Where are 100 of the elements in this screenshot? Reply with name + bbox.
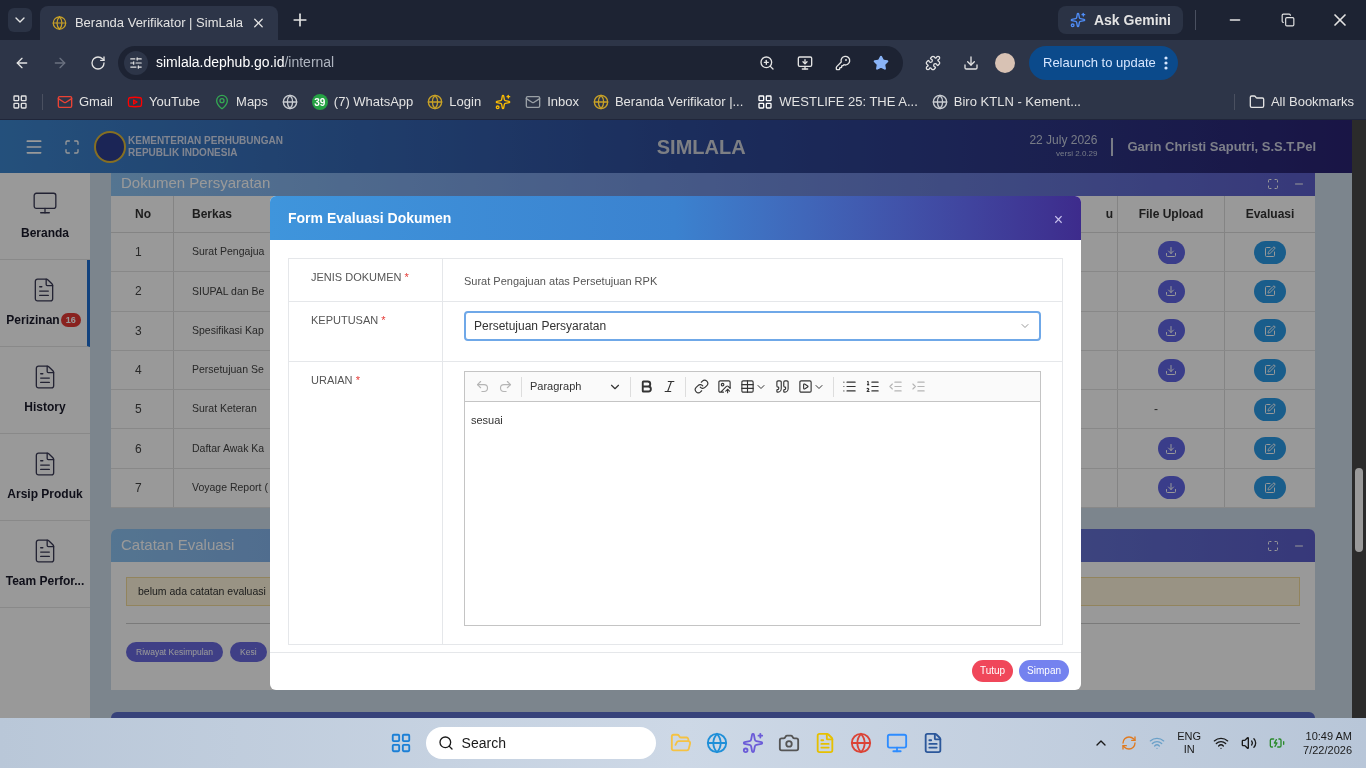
mail-icon [57,94,73,110]
edit-button[interactable] [1254,397,1286,421]
sidebar-item[interactable]: Beranda [0,173,90,260]
download-icon [1165,481,1177,494]
modal-title: Form Evaluasi Dokumen [288,208,452,228]
expand-icon[interactable] [1267,178,1279,190]
date-text: 22 July 2026 [1029,133,1098,147]
globe-icon [281,94,298,110]
download-button[interactable] [1157,476,1185,500]
action-button[interactable]: Kesi [230,642,267,663]
edit-button[interactable] [1254,437,1286,461]
close-button[interactable]: × [1053,212,1063,228]
expand-icon[interactable] [1267,539,1279,552]
user-name[interactable]: Garin Christi Saputri, S.S.T.Pel [1127,136,1316,157]
sidebar-item[interactable]: Arsip Produk [0,434,90,521]
bookmark[interactable]: WESTLIFE 25: THE A... [757,92,918,112]
bookmark[interactable]: 39 (7) WhatsApp [311,92,414,112]
key-icon[interactable] [835,54,851,71]
battery-icon[interactable] [1269,735,1286,751]
bookmark[interactable] [281,94,298,110]
app-title: SIMLALA [656,134,746,160]
org-name: REPUBLIK INDONESIA [128,146,239,159]
edit-button[interactable] [1254,319,1286,343]
action-button[interactable]: Riwayat Kesimpulan [126,642,223,663]
ask-gemini-button[interactable]: Ask Gemini [1057,6,1183,34]
close-button[interactable]: Tutup [971,659,1014,682]
italic-icon [662,379,677,394]
table-icon [740,379,755,394]
outdent-icon [888,379,903,394]
image-upload-icon [717,379,732,394]
bookmark[interactable]: Inbox [525,92,579,112]
wifi-icon[interactable] [1213,735,1230,751]
relaunch-button[interactable]: Relaunch to update [1029,45,1178,80]
edit-button[interactable] [1254,279,1286,303]
apps-icon[interactable] [12,94,28,110]
sidebar-item[interactable]: Perizinan 16 [0,260,90,347]
download-button[interactable] [1157,358,1185,382]
bookmark[interactable]: Biro KTLN - Kement... [931,92,1081,112]
browser-tab[interactable]: Beranda Verifikator | SimLala [40,6,278,40]
reload-icon[interactable] [90,54,106,71]
table-cell: Surat Pengajua [192,244,265,260]
bookmark-star-icon[interactable] [873,54,889,71]
sidebar-item[interactable]: Team Perfor... [0,521,90,608]
tab-list-button[interactable] [8,8,32,32]
bookmark[interactable]: YouTube [126,92,201,112]
extensions-icon[interactable] [925,54,941,71]
install-icon[interactable] [797,54,813,71]
bookmark[interactable]: Login [427,92,482,112]
download-button[interactable] [1157,240,1185,264]
zoom-icon[interactable] [759,54,775,71]
table-cell: 5 [111,390,174,429]
media-icon [798,379,813,394]
restore-icon[interactable] [1281,13,1295,27]
fullscreen-icon[interactable] [64,138,80,155]
address-bar[interactable]: simlala.dephub.go.id/internal [118,45,903,80]
download-button[interactable] [1157,437,1185,461]
browser-icon[interactable] [705,732,728,754]
monitor-icon [32,190,58,216]
decision-select[interactable]: Persetujuan Persyaratan [464,311,1041,341]
download-icon [1165,442,1177,455]
map-pin-icon [214,94,231,110]
bookmark[interactable]: Gmail [57,92,113,112]
edit-button[interactable] [1254,476,1286,500]
undo-icon [475,379,490,394]
count-badge: 16 [60,313,81,327]
bold-icon [639,379,654,394]
downloads-icon[interactable] [963,54,979,71]
column-header: File Upload [1118,196,1225,232]
profile-avatar[interactable] [995,52,1015,73]
taskbar-search[interactable]: Search [425,727,656,759]
language-indicator[interactable]: ENG IN [1177,730,1202,756]
clock[interactable]: 10:49 AM 7/22/2026 [1303,729,1352,757]
start-icon[interactable] [389,732,412,754]
more-icon [1163,55,1168,70]
play-icon [126,94,143,110]
bookmark[interactable]: Maps [214,92,268,112]
count-badge: 39 [311,94,328,110]
field-label: URAIAN * [311,374,360,386]
download-icon [1165,324,1177,337]
edit-button[interactable] [1254,240,1286,264]
edit-button[interactable] [1254,358,1286,382]
table-cell: 1 [111,233,174,272]
paragraph-select[interactable]: Paragraph [526,378,626,395]
edit-icon [1264,403,1276,416]
sidebar-item[interactable]: History [0,347,90,434]
table-cell: 4 [111,350,174,390]
download-button[interactable] [1157,319,1185,343]
column-header: u [1105,206,1113,223]
bookmark[interactable]: Beranda Verifikator |... [592,92,744,112]
camera-icon[interactable] [777,732,800,754]
field-value: Surat Pengajuan atas Persetujuan RPK [464,275,658,287]
site-settings-icon[interactable] [129,55,143,70]
url-text: simlala.dephub.go.id/internal [156,53,336,72]
all-bookmarks[interactable]: All Bookmarks [1248,92,1354,112]
download-button[interactable] [1157,279,1185,303]
volume-icon[interactable] [1241,735,1258,751]
folder-icon [1248,94,1265,110]
rich-text-editor[interactable]: Paragraph sesuai [464,371,1041,626]
scrollbar[interactable] [1352,120,1366,718]
quote-icon [775,379,790,394]
